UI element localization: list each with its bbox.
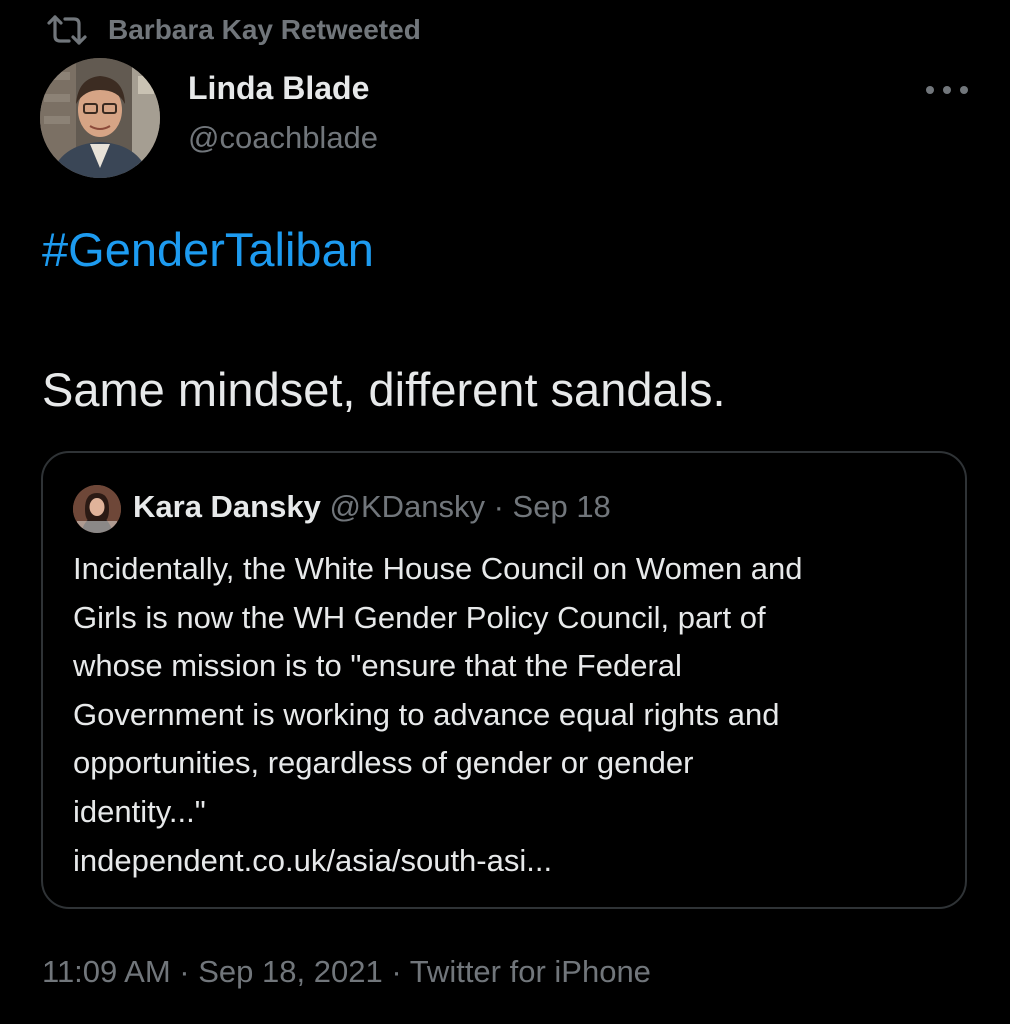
tweet-timestamp: 11:09 AM · Sep 18, 2021 · Twitter for iP…	[42, 954, 651, 990]
quoted-text-line: identity..."	[73, 793, 206, 829]
quoted-author-name[interactable]: Kara Dansky	[133, 489, 321, 524]
more-dots-icon[interactable]	[926, 78, 968, 102]
avatar[interactable]	[40, 58, 160, 178]
quoted-text: Incidentally, the White House Council on…	[73, 545, 943, 885]
quoted-link[interactable]: independent.co.uk/asia/south-asi...	[73, 837, 943, 886]
author-handle[interactable]: @coachblade	[188, 120, 378, 156]
quoted-text-line: Government is working to advance equal r…	[73, 696, 780, 732]
quoted-tweet-card[interactable]: Kara Dansky @KDansky · Sep 18 Incidental…	[41, 451, 967, 909]
timestamp-separator: ·	[170, 954, 199, 989]
tweet-date[interactable]: Sep 18, 2021	[198, 954, 382, 989]
retweet-context: Barbara Kay Retweeted	[46, 10, 421, 50]
hashtag-link[interactable]: #GenderTaliban	[42, 222, 374, 277]
quoted-text-line: whose mission is to "ensure that the Fed…	[73, 648, 682, 684]
quoted-date[interactable]: Sep 18	[513, 489, 611, 524]
more-dot	[926, 86, 934, 94]
quoted-text-line: Incidentally, the White House Council on…	[73, 551, 803, 586]
tweet-text: Same mindset, different sandals.	[42, 363, 726, 416]
author-name[interactable]: Linda Blade	[188, 70, 369, 107]
quoted-avatar	[73, 485, 121, 533]
retweet-icon	[46, 14, 88, 46]
tweet-source[interactable]: Twitter for iPhone	[410, 954, 651, 989]
quoted-text-line: opportunities, regardless of gender or g…	[73, 745, 694, 781]
retweet-label[interactable]: Barbara Kay Retweeted	[108, 14, 421, 46]
quoted-separator: ·	[484, 489, 513, 524]
timestamp-separator: ·	[382, 954, 410, 989]
quoted-text-line: Girls is now the WH Gender Policy Counci…	[73, 599, 766, 635]
more-dot	[943, 86, 951, 94]
quoted-header: Kara Dansky @KDansky · Sep 18	[133, 489, 611, 525]
tweet-time[interactable]: 11:09 AM	[42, 954, 171, 989]
more-dot	[960, 86, 968, 94]
quoted-author-handle[interactable]: @KDansky	[329, 489, 485, 524]
